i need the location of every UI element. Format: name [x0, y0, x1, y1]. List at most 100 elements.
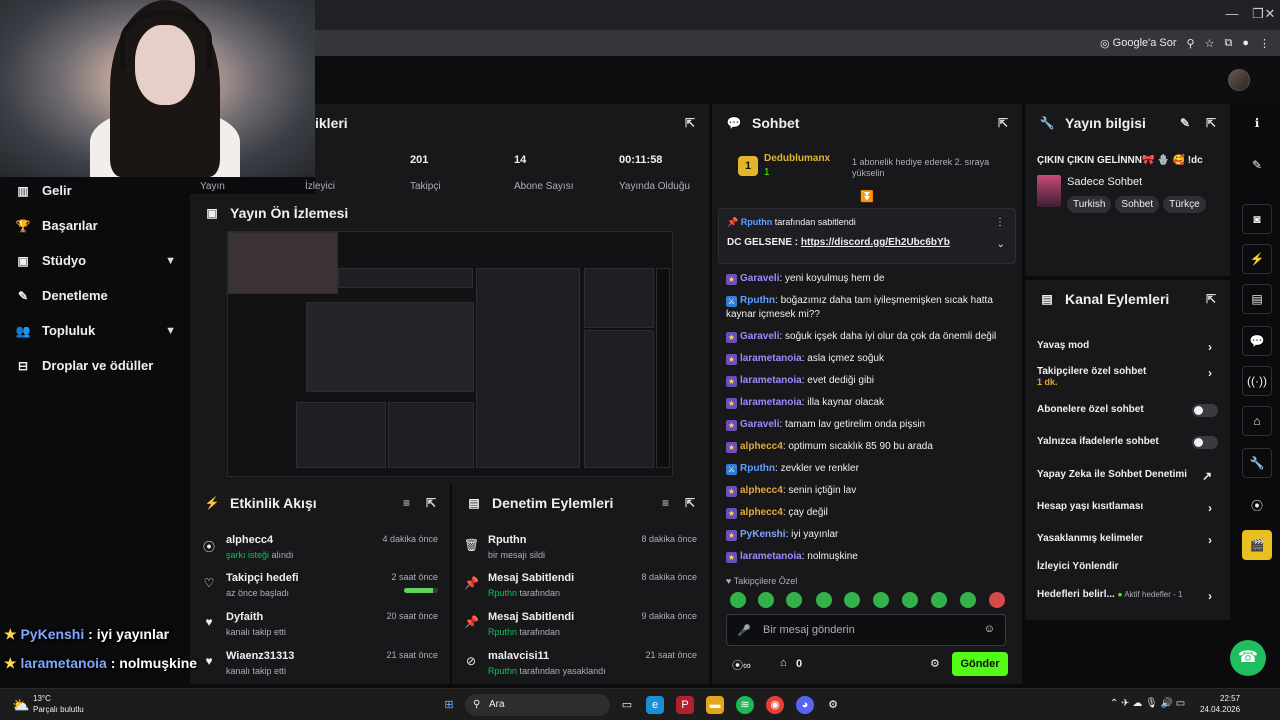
chrome-icon[interactable]: ◉	[766, 696, 784, 714]
chat-username[interactable]: Garaveli	[740, 273, 779, 284]
profile-icon[interactable]: ●	[1242, 37, 1249, 49]
stream-category[interactable]: Sadece Sohbet	[1067, 176, 1142, 188]
store-icon[interactable]: ⌂	[1242, 406, 1272, 436]
top-gifter-name[interactable]: Dedublumanx	[764, 153, 830, 164]
filter-icon[interactable]: ≡	[662, 496, 669, 510]
emote-icon[interactable]	[902, 592, 918, 608]
google-sor-label[interactable]: Google'a Sor	[1113, 37, 1177, 49]
share-icon[interactable]: ⦿	[1242, 490, 1272, 520]
action-ai-moderation[interactable]: Yapay Zeka ile Sohbet Denetimi ↗	[1037, 469, 1218, 483]
taskbar-search[interactable]: ⚲ Ara	[465, 694, 610, 716]
zoom-icon[interactable]: ⚲	[1187, 37, 1195, 50]
send-button[interactable]: Gönder	[952, 652, 1008, 676]
sidebar-item-topluluk[interactable]: 👥 Topluluk ▼	[16, 323, 176, 338]
emote-icon[interactable]	[873, 592, 889, 608]
activity-row[interactable]: ♡ Takipçi hedefi az önce başladı 2 saat …	[202, 572, 438, 608]
modlog-row[interactable]: 📌 Mesaj Sabitlendi Rputhn tarafından 8 d…	[464, 572, 697, 608]
windows-start-icon[interactable]: ⊞	[440, 696, 458, 714]
chat-username[interactable]: PyKenshi	[740, 529, 786, 540]
popout-icon[interactable]: ⇱	[998, 116, 1008, 130]
app-icon[interactable]: P	[676, 696, 694, 714]
sidebar-item-basarilar[interactable]: 🏆 Başarılar	[16, 218, 176, 233]
sidebar-item-denetleme[interactable]: ✎ Denetleme	[16, 288, 176, 303]
action-followers-only[interactable]: Takipçilere özel sohbet 1 dk. ›	[1037, 366, 1218, 387]
sidebar-item-droplar[interactable]: ⊟ Droplar ve ödüller	[16, 358, 176, 373]
chat-message[interactable]: ★ Garaveli: yeni koyulmuş hem de	[726, 272, 1012, 286]
emote-icon[interactable]	[931, 592, 947, 608]
action-subscribers-only[interactable]: Abonelere özel sohbet	[1037, 404, 1218, 417]
chat-message[interactable]: ★ larametanoia: asla içmez soğuk	[726, 352, 1012, 366]
pinned-message[interactable]: 📌 Rputhn tarafından sabitlendi DC GELSEN…	[718, 208, 1016, 264]
activity-row[interactable]: ♥ Dyfaith kanalı takip etti 20 saat önce	[202, 611, 438, 647]
chat-message[interactable]: ★ PyKenshi: iyi yayınlar	[726, 528, 1012, 542]
filter-icon[interactable]: ≡	[403, 496, 410, 510]
popout-icon[interactable]: ⇱	[1206, 116, 1216, 130]
gear-icon[interactable]: ⚙	[930, 657, 940, 670]
chat-message[interactable]: ⚔ Rputhn: zevkler ve renkler	[726, 462, 1012, 476]
emote-icon[interactable]	[730, 592, 746, 608]
channel-points-icon[interactable]: ⦿∞	[732, 657, 751, 673]
edit-icon[interactable]: ✎	[1180, 116, 1190, 130]
chevron-down-icon[interactable]: ⌄	[997, 239, 1005, 250]
task-view-icon[interactable]: ▭	[618, 696, 636, 714]
weather-icon[interactable]: ⛅	[12, 697, 29, 714]
minimize-button[interactable]: —	[1224, 6, 1240, 22]
stream-preview-video[interactable]	[227, 231, 673, 477]
chat-username[interactable]: alphecc4	[740, 441, 783, 452]
chat-username[interactable]: Garaveli	[740, 331, 779, 342]
folder-icon[interactable]: ▬	[706, 696, 724, 714]
chat-username[interactable]: larametanoia	[740, 353, 802, 364]
microphone-icon[interactable]: 🎤	[737, 624, 751, 637]
edit-icon[interactable]: ✎	[1242, 150, 1272, 180]
chat-message[interactable]: ★ alphecc4: optimum sıcaklık 85 90 bu ara…	[726, 440, 1012, 454]
chat-icon[interactable]: 💬	[1242, 326, 1272, 356]
google-lens-icon[interactable]: ◎ Google'a Sor	[1100, 37, 1177, 50]
close-button[interactable]: ✕	[1262, 6, 1278, 22]
chat-username[interactable]: Rputhn	[740, 463, 775, 474]
action-raid[interactable]: İzleyici Yönlendir	[1037, 561, 1218, 572]
action-goals[interactable]: Hedefleri belirl... ● Aktif hedefler - 1…	[1037, 589, 1218, 603]
modlog-row[interactable]: 🗑 Rputhn bir mesajı sildi 8 dakika önce	[464, 534, 697, 570]
modlog-row[interactable]: ⊘ malavcisi11 Rputhn tarafından yasaklan…	[464, 650, 697, 686]
support-icon[interactable]: ☎	[1230, 640, 1266, 676]
popout-icon[interactable]: ⇱	[685, 116, 695, 130]
pinned-link[interactable]: https://discord.gg/Eh2Ubc6bYb	[801, 237, 950, 248]
menu-icon[interactable]: ⋮	[1259, 37, 1270, 50]
camera-icon[interactable]: ◙	[1242, 204, 1272, 234]
chat-message[interactable]: ★ Garaveli: tamam lav getirelim onda pişs…	[726, 418, 1012, 432]
bookmark-star-icon[interactable]: ☆	[1205, 37, 1215, 50]
chat-username[interactable]: larametanoia	[740, 375, 802, 386]
tag[interactable]: Türkçe	[1163, 196, 1206, 213]
wrench-icon[interactable]: 🔧	[1242, 448, 1272, 478]
clapper-icon[interactable]: 🎬	[1242, 530, 1272, 560]
toggle-switch[interactable]	[1192, 404, 1218, 417]
chat-message[interactable]: ★ alphecc4: çay değil	[726, 506, 1012, 520]
emote-icon[interactable]	[989, 592, 1005, 608]
chat-username[interactable]: larametanoia	[740, 397, 802, 408]
edge-icon[interactable]: e	[646, 696, 664, 714]
activity-row[interactable]: ⦿ alphecc4 şarkı isteği alındı 4 dakika …	[202, 534, 438, 570]
chat-username[interactable]: Garaveli	[740, 419, 779, 430]
document-icon[interactable]: ▤	[1242, 284, 1272, 314]
emote-icon[interactable]	[786, 592, 802, 608]
toggle-switch[interactable]	[1192, 436, 1218, 449]
action-account-age[interactable]: Hesap yaşı kısıtlaması ›	[1037, 501, 1218, 515]
store-icon[interactable]: ⌂	[780, 657, 787, 669]
chat-message[interactable]: ★ larametanoia: illa kaynar olacak	[726, 396, 1012, 410]
action-banned-words[interactable]: Yasaklanmış kelimeler ›	[1037, 533, 1218, 547]
spotify-icon[interactable]: ≋	[736, 696, 754, 714]
sidebar-item-gelir[interactable]: ▥ Gelir	[16, 183, 176, 198]
tray-icons[interactable]: ⌃ ✈ ☁ 🎙 🔊 ▭	[1110, 698, 1185, 709]
tag[interactable]: Sohbet	[1115, 196, 1160, 213]
info-icon[interactable]: ℹ	[1242, 108, 1272, 138]
emote-icon[interactable]	[960, 592, 976, 608]
chat-message[interactable]: ⚔ Rputhn: boğazımız daha tam iyileşmemişk…	[726, 294, 1012, 322]
modlog-row[interactable]: 📌 Mesaj Sabitlendi Rputhn tarafından 9 d…	[464, 611, 697, 647]
avatar[interactable]	[1228, 69, 1250, 91]
popout-icon[interactable]: ⇱	[1206, 292, 1216, 306]
chevron-down-icon[interactable]: ⏬	[860, 190, 874, 203]
chat-message[interactable]: ★ Garaveli: soğuk içşek daha iyi olur da …	[726, 330, 1012, 344]
emote-icon[interactable]	[816, 592, 832, 608]
chat-username[interactable]: alphecc4	[740, 507, 783, 518]
extensions-icon[interactable]: ⧉	[1224, 37, 1232, 50]
